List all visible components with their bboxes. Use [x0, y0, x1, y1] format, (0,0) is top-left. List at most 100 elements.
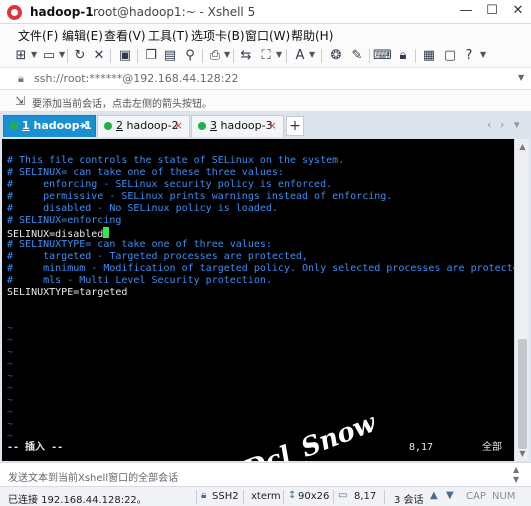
- cursor-position-icon: ▭: [338, 490, 348, 501]
- menu-file[interactable]: 文件(F): [18, 27, 58, 44]
- tab-bar: 1 hadoop-1 × 2 hadoop-2 × 3 hadoop-3 × +…: [0, 113, 531, 139]
- menu-help[interactable]: 帮助(H): [291, 27, 333, 44]
- terminal-line: # minimum - Modification of targeted pol…: [7, 263, 531, 274]
- menu-tools[interactable]: 工具(T): [148, 27, 189, 44]
- arrow-down-icon[interactable]: ▼: [446, 490, 454, 501]
- help-icon[interactable]: ?: [460, 47, 478, 65]
- address-text[interactable]: ssh://root:******@192.168.44.128:22: [34, 72, 239, 85]
- add-session-arrow-icon[interactable]: ⇲: [15, 94, 25, 108]
- script-icon[interactable]: ✎: [348, 47, 366, 65]
- new-tab-button[interactable]: +: [286, 116, 304, 136]
- text-cursor: [103, 227, 110, 238]
- maximize-button[interactable]: ☐: [479, 0, 505, 24]
- fullscreen-icon[interactable]: ⛶: [257, 47, 275, 65]
- compose-scroll-icon[interactable]: ▲ ▼: [513, 465, 519, 485]
- compose-bar[interactable]: 发送文本到当前Xshell窗口的全部会话 ▲ ▼: [0, 462, 531, 486]
- tab-close-icon[interactable]: ×: [268, 116, 277, 136]
- menu-edit[interactable]: 编辑(E): [62, 27, 103, 44]
- protocol-label: SSH2: [212, 491, 239, 502]
- connection-status: 已连接 192.168.44.128:22。: [8, 495, 147, 506]
- chevron-down-icon[interactable]: ▼: [518, 73, 524, 82]
- font-icon[interactable]: A: [291, 47, 309, 65]
- tab-hadoop-2[interactable]: 2 hadoop-2 ×: [97, 115, 190, 137]
- minimize-button[interactable]: —: [453, 0, 479, 24]
- toolbar-divider: [321, 49, 322, 63]
- close-button[interactable]: ✕: [505, 0, 531, 24]
- scroll-down-icon[interactable]: ▼: [515, 449, 530, 458]
- chevron-down-icon[interactable]: ▼: [224, 50, 230, 59]
- status-divider: [283, 490, 284, 504]
- arrow-up-icon[interactable]: ▲: [430, 490, 438, 501]
- chevron-down-icon[interactable]: ▼: [59, 50, 65, 59]
- open-folder-icon[interactable]: ▭: [40, 47, 58, 65]
- lock-icon: 🔒︎: [18, 72, 24, 85]
- session-hint-bar: ⇲ 要添加当前会话，点击左侧的箭头按钮。: [0, 90, 531, 112]
- new-session-icon[interactable]: ⊞: [12, 47, 30, 65]
- keyboard-icon[interactable]: ⌨: [373, 47, 392, 65]
- chat-icon[interactable]: ▢: [441, 47, 459, 65]
- tab-label: hadoop-2: [123, 119, 179, 132]
- empty-line-tilde: ~: [7, 395, 14, 406]
- find-icon[interactable]: ⚲: [181, 47, 199, 65]
- vim-cursor-position: 8,17: [409, 442, 434, 453]
- title-bar: hadoop-1 root@hadoop1:~ - Xshell 5 — ☐ ✕: [0, 0, 531, 24]
- tab-hadoop-1[interactable]: 1 hadoop-1 ×: [3, 115, 96, 137]
- caps-lock-indicator: CAP: [466, 491, 486, 502]
- protocol-lock-icon: 🔒︎: [201, 490, 207, 501]
- address-bar[interactable]: 🔒︎ ssh://root:******@192.168.44.128:22 ▼: [0, 68, 531, 90]
- tab-number: 2: [116, 119, 123, 132]
- reconnect-icon[interactable]: ↻: [71, 47, 89, 65]
- terminal-line: # SELINUXTYPE= can take one of three val…: [7, 239, 272, 250]
- empty-line-tilde: ~: [7, 383, 14, 394]
- terminal-line: # mls - Multi Level Security protection.: [7, 275, 272, 286]
- tab-next-icon[interactable]: ›: [500, 118, 504, 131]
- transfer-icon[interactable]: ⇆: [237, 47, 255, 65]
- tab-number: 1: [22, 119, 30, 132]
- scrollbar-thumb[interactable]: [518, 339, 527, 449]
- session-count: 3 会话: [394, 495, 424, 506]
- tab-hadoop-3[interactable]: 3 hadoop-3 ×: [191, 115, 284, 137]
- tab-label: hadoop-3: [217, 119, 273, 132]
- chevron-down-icon[interactable]: ▼: [309, 50, 315, 59]
- terminal-scrollbar[interactable]: ▲ ▼: [514, 139, 529, 461]
- disconnect-icon[interactable]: ✕: [90, 47, 108, 65]
- status-divider: [243, 490, 244, 504]
- chevron-down-icon[interactable]: ▼: [31, 50, 37, 59]
- menu-view[interactable]: 查看(V): [104, 27, 146, 44]
- terminal-line: # disabled - No SELinux policy is loaded…: [7, 203, 278, 214]
- chevron-down-icon[interactable]: ▼: [276, 50, 282, 59]
- toolbar: ⊞ ▼ ▭ ▼ ↻ ✕ ▣ ❐ ▤ ⚲ ⎙ ▼ ⇆ ⛶ ▼ A ▼ ❂ ✎ ⌨ …: [0, 44, 531, 68]
- layout-icon[interactable]: ▦: [420, 47, 438, 65]
- print-icon[interactable]: ⎙: [206, 47, 224, 65]
- empty-line-tilde: ~: [7, 407, 14, 418]
- terminal-size: 90x26: [298, 491, 330, 502]
- terminal-screen[interactable]: # This file controls the state of SELinu…: [2, 139, 531, 486]
- lock-icon[interactable]: 🔒︎: [394, 47, 412, 65]
- scroll-up-icon[interactable]: ▲: [515, 142, 530, 151]
- status-bar: 已连接 192.168.44.128:22。 🔒︎ SSH2 xterm ↕ 9…: [0, 486, 531, 506]
- window-title: root@hadoop1:~ - Xshell 5: [93, 5, 256, 19]
- xftp-icon[interactable]: ❂: [327, 47, 345, 65]
- menu-tabs[interactable]: 选项卡(B): [191, 27, 245, 44]
- toolbar-divider: [415, 49, 416, 63]
- tab-close-icon[interactable]: ×: [80, 116, 89, 136]
- tab-close-icon[interactable]: ×: [174, 116, 183, 136]
- vim-mode: -- 插入 --: [7, 442, 64, 453]
- toolbar-divider: [137, 49, 138, 63]
- menu-window[interactable]: 窗口(W): [245, 27, 290, 44]
- tab-menu-icon[interactable]: ▾: [514, 118, 520, 131]
- tab-prev-icon[interactable]: ‹: [487, 118, 491, 131]
- toolbar-divider: [369, 49, 370, 63]
- paste-icon[interactable]: ▤: [161, 47, 179, 65]
- toolbar-divider: [286, 49, 287, 63]
- chevron-down-icon[interactable]: ▼: [480, 50, 486, 59]
- status-divider: [196, 490, 197, 504]
- properties-icon[interactable]: ▣: [116, 47, 134, 65]
- copy-icon[interactable]: ❐: [142, 47, 160, 65]
- terminal-line: # targeted - Targeted processes are prot…: [7, 251, 309, 262]
- compose-placeholder[interactable]: 发送文本到当前Xshell窗口的全部会话: [8, 469, 178, 484]
- status-divider: [384, 490, 385, 504]
- vim-scroll-scope: 全部: [482, 442, 502, 453]
- terminal-line: # permissive - SELinux prints warnings i…: [7, 191, 393, 202]
- terminal-line: # SELINUX=enforcing: [7, 215, 122, 226]
